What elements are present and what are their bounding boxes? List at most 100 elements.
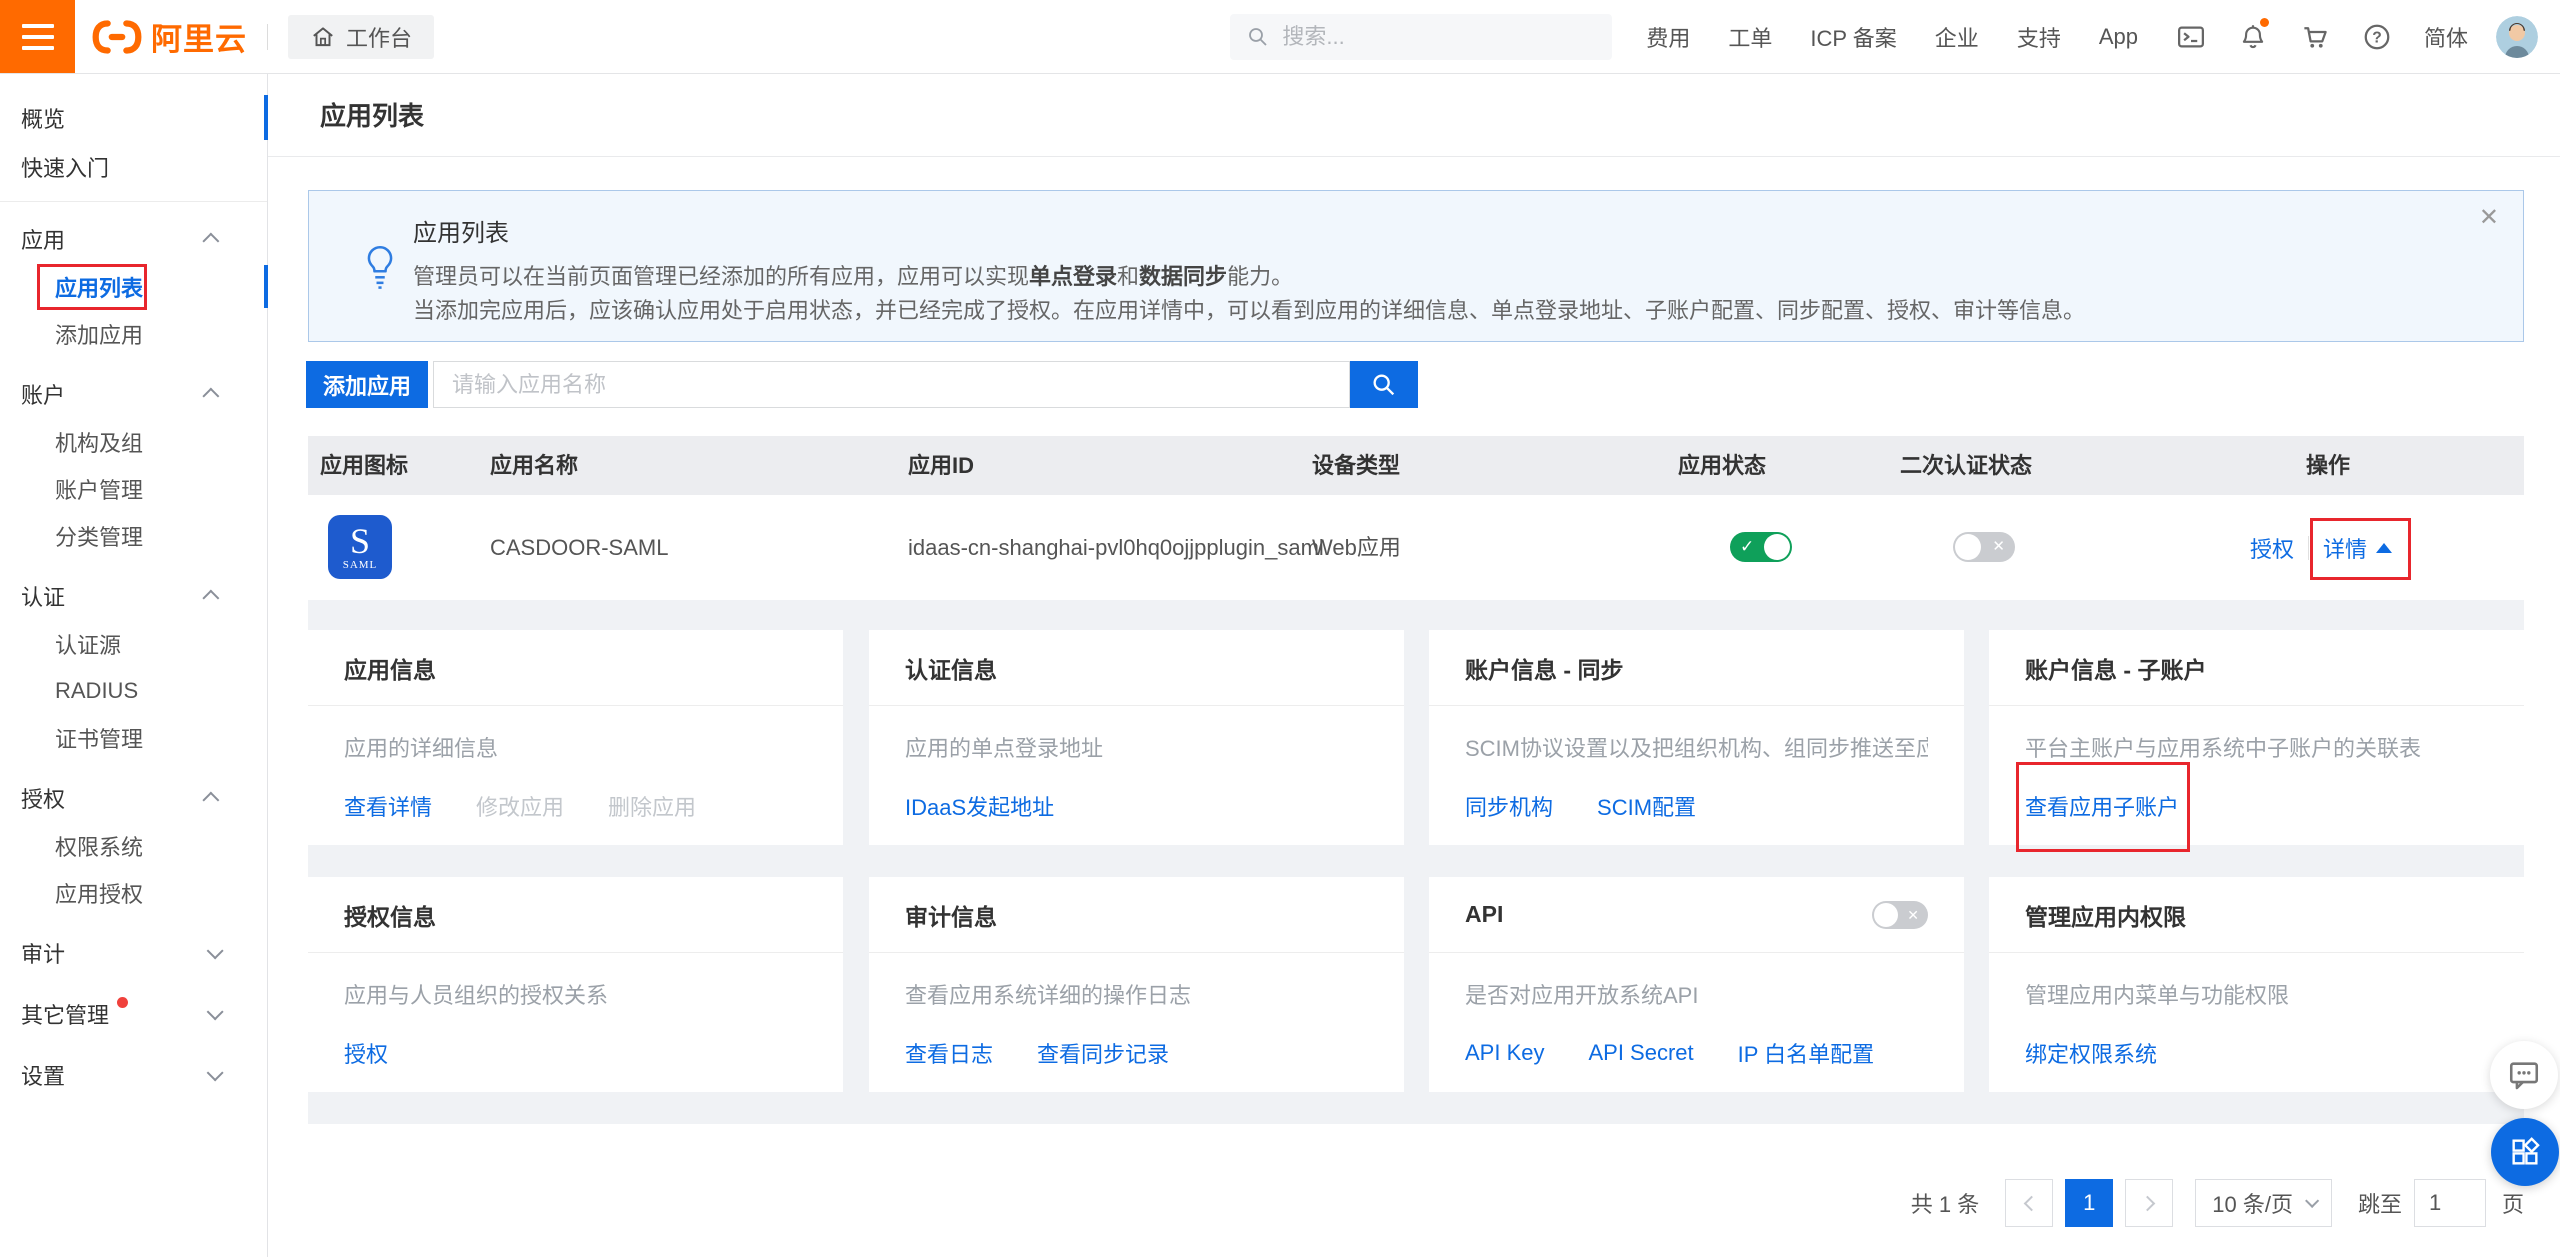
jump-to-label: 跳至 bbox=[2358, 1187, 2402, 1219]
search-icon bbox=[1246, 25, 1270, 49]
topnav-link-app[interactable]: App bbox=[2099, 24, 2138, 50]
page-title: 应用列表 bbox=[320, 96, 424, 133]
sidebar-item-overview[interactable]: 概览 bbox=[0, 93, 267, 142]
idaas-sso-url-link[interactable]: IDaaS发起地址 bbox=[905, 790, 1054, 822]
card-title: 账户信息 - 同步 bbox=[1465, 651, 1623, 685]
next-page-button[interactable] bbox=[2125, 1179, 2173, 1227]
modify-app-link: 修改应用 bbox=[476, 790, 564, 822]
sidebar-item-label: 应用授权 bbox=[55, 877, 143, 909]
page-1-button[interactable]: 1 bbox=[2065, 1179, 2113, 1227]
app-grid-button[interactable] bbox=[2491, 1118, 2559, 1186]
cart-icon[interactable] bbox=[2298, 20, 2332, 54]
card-description: 平台主账户与应用系统中子账户的关联表 bbox=[2025, 731, 2488, 763]
view-detail-link[interactable]: 查看详情 bbox=[344, 790, 432, 822]
card-title: 授权信息 bbox=[344, 898, 436, 932]
collapse-triangle-icon[interactable] bbox=[2376, 543, 2392, 553]
api-key-link[interactable]: API Key bbox=[1465, 1040, 1544, 1066]
chevron-up-icon bbox=[202, 387, 219, 404]
col-app-id: 应用ID bbox=[908, 436, 974, 495]
detail-link[interactable]: 详情 bbox=[2323, 532, 2367, 564]
notifications-bell-icon[interactable] bbox=[2236, 20, 2270, 54]
active-indicator-bar bbox=[264, 265, 268, 308]
view-sub-accounts-link[interactable]: 查看应用子账户 bbox=[2025, 795, 2179, 820]
sidebar-group-audit[interactable]: 审计 bbox=[0, 928, 267, 977]
sidebar-item-radius[interactable]: RADIUS bbox=[0, 667, 267, 714]
add-application-button[interactable]: 添加应用 bbox=[306, 361, 428, 408]
sidebar-item-permission-systems[interactable]: 权限系统 bbox=[0, 822, 267, 869]
card-authorization-info: 授权信息 应用与人员组织的授权关系 授权 bbox=[308, 877, 843, 1092]
aliyun-logo[interactable]: 阿里云 bbox=[91, 14, 247, 59]
sidebar-item-account-management[interactable]: 账户管理 bbox=[0, 465, 267, 512]
scim-config-link[interactable]: SCIM配置 bbox=[1597, 790, 1696, 822]
home-icon bbox=[310, 24, 336, 50]
page-size-value: 10 条/页 bbox=[2212, 1187, 2293, 1219]
sidebar-group-authorization[interactable]: 授权 bbox=[0, 773, 267, 822]
card-title: API bbox=[1465, 901, 1503, 928]
sidebar-item-certificate-management[interactable]: 证书管理 bbox=[0, 714, 267, 761]
col-device-type: 设备类型 bbox=[1312, 436, 1400, 495]
hamburger-menu-icon[interactable] bbox=[0, 0, 75, 73]
bind-permission-system-link[interactable]: 绑定权限系统 bbox=[2025, 1037, 2157, 1069]
sidebar-group-applications[interactable]: 应用 bbox=[0, 214, 267, 263]
topnav-link-enterprise[interactable]: 企业 bbox=[1935, 21, 1979, 53]
cell-app-id: idaas-cn-shanghai-pvl0hq0ojjpplugin_saml bbox=[908, 495, 1324, 600]
card-title: 管理应用内权限 bbox=[2025, 898, 2186, 932]
sidebar-item-auth-sources[interactable]: 认证源 bbox=[0, 620, 267, 667]
sync-org-link[interactable]: 同步机构 bbox=[1465, 790, 1553, 822]
saml-app-icon: S SAML bbox=[328, 515, 392, 579]
ip-whitelist-link[interactable]: IP 白名单配置 bbox=[1738, 1037, 1875, 1069]
sidebar-group-settings[interactable]: 设置 bbox=[0, 1050, 267, 1099]
prev-page-button[interactable] bbox=[2005, 1179, 2053, 1227]
banner-line-2: 当添加完应用后，应该确认应用处于启用状态，并已经完成了授权。在应用详情中，可以看… bbox=[413, 294, 2453, 328]
topnav-link-icp[interactable]: ICP 备案 bbox=[1810, 21, 1896, 53]
sidebar-item-label: 概览 bbox=[21, 102, 65, 134]
chevron-down-icon bbox=[207, 942, 224, 959]
banner-close-icon[interactable]: ✕ bbox=[2479, 203, 2499, 232]
sidebar-item-category-management[interactable]: 分类管理 bbox=[0, 512, 267, 559]
page-size-select[interactable]: 10 条/页 bbox=[2195, 1179, 2332, 1227]
chevron-up-icon bbox=[202, 232, 219, 249]
authorize-link[interactable]: 授权 bbox=[2250, 532, 2294, 564]
view-logs-link[interactable]: 查看日志 bbox=[905, 1037, 993, 1069]
sidebar-item-add-application[interactable]: 添加应用 bbox=[0, 310, 267, 357]
workbench-button[interactable]: 工作台 bbox=[288, 15, 434, 59]
sidebar-item-application-list[interactable]: 应用列表 bbox=[0, 263, 267, 310]
help-icon[interactable]: ? bbox=[2360, 20, 2394, 54]
sidebar-group-other-management[interactable]: 其它管理 bbox=[0, 989, 267, 1038]
col-app-name: 应用名称 bbox=[490, 436, 578, 495]
banner-line-1: 管理员可以在当前页面管理已经添加的所有应用，应用可以实现单点登录和数据同步能力。 bbox=[413, 260, 2453, 294]
sidebar-group-authentication[interactable]: 认证 bbox=[0, 571, 267, 620]
detail-link-wrap: 详情 bbox=[2323, 532, 2392, 564]
card-title: 账户信息 - 子账户 bbox=[2025, 651, 2206, 685]
api-toggle[interactable]: ✕ bbox=[1872, 901, 1928, 929]
toggle-knob bbox=[1764, 534, 1790, 560]
topnav-link-tickets[interactable]: 工单 bbox=[1728, 21, 1772, 53]
console-terminal-icon[interactable] bbox=[2174, 20, 2208, 54]
topnav-link-billing[interactable]: 费用 bbox=[1646, 21, 1690, 53]
user-avatar[interactable] bbox=[2496, 16, 2538, 58]
feedback-chat-button[interactable] bbox=[2490, 1041, 2558, 1109]
mfa-status-toggle[interactable]: ✕ bbox=[1953, 532, 2015, 562]
app-status-toggle[interactable]: ✓ bbox=[1730, 532, 1792, 562]
language-switcher[interactable]: 简体 bbox=[2424, 21, 2468, 53]
app-grid-icon bbox=[2508, 1135, 2542, 1169]
topnav-link-support[interactable]: 支持 bbox=[2017, 21, 2061, 53]
sidebar-item-org-groups[interactable]: 机构及组 bbox=[0, 418, 267, 465]
sidebar-item-quickstart[interactable]: 快速入门 bbox=[0, 142, 267, 191]
api-secret-link[interactable]: API Secret bbox=[1588, 1040, 1693, 1066]
card-description: SCIM协议设置以及把组织机构、组同步推送至应用 bbox=[1465, 731, 1928, 763]
sidebar-item-application-authorization[interactable]: 应用授权 bbox=[0, 869, 267, 916]
sidebar-group-accounts[interactable]: 账户 bbox=[0, 369, 267, 418]
col-app-icon: 应用图标 bbox=[320, 436, 408, 495]
card-sub-accounts: 账户信息 - 子账户 平台主账户与应用系统中子账户的关联表 查看应用子账户 bbox=[1989, 630, 2524, 845]
filter-search-button[interactable] bbox=[1350, 361, 1418, 408]
sidebar-item-label: 权限系统 bbox=[55, 830, 143, 862]
view-sync-records-link[interactable]: 查看同步记录 bbox=[1037, 1037, 1169, 1069]
authorize-card-link[interactable]: 授权 bbox=[344, 1037, 388, 1069]
jump-to-page-input[interactable] bbox=[2414, 1179, 2486, 1227]
new-feature-badge-dot bbox=[117, 997, 128, 1008]
application-name-filter-input[interactable] bbox=[433, 361, 1350, 408]
global-search-input[interactable] bbox=[1280, 23, 1544, 51]
chat-bubble-icon bbox=[2507, 1058, 2541, 1092]
global-search-box[interactable] bbox=[1230, 14, 1612, 60]
